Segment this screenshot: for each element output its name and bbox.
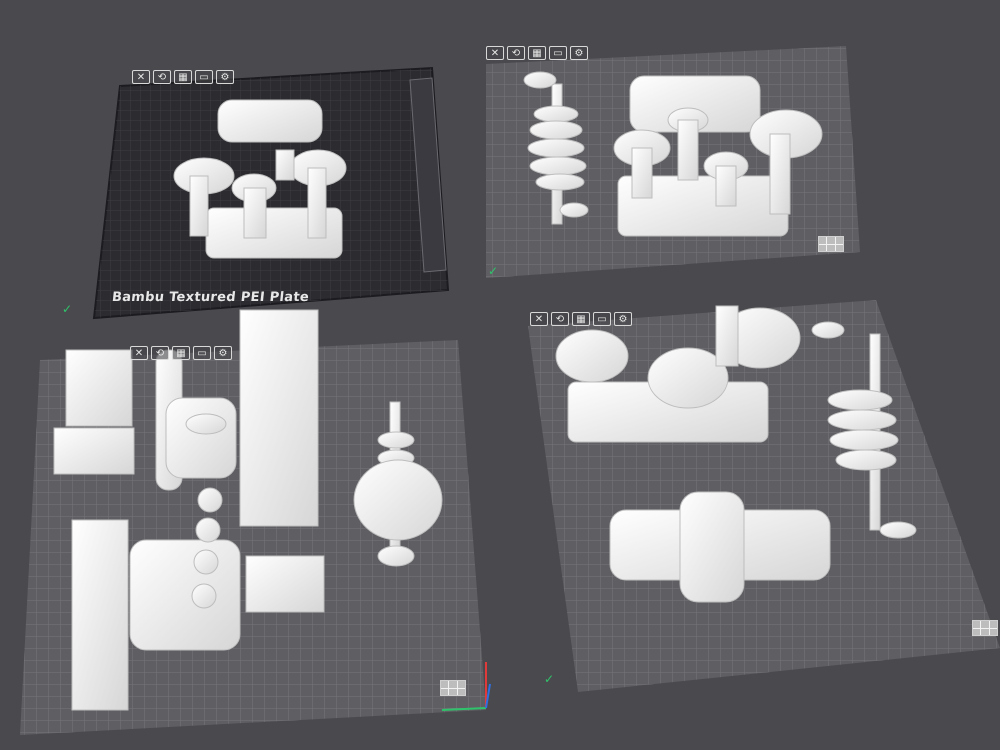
settings-icon[interactable]: ⚙ — [614, 312, 632, 326]
close-icon[interactable]: ✕ — [130, 346, 148, 360]
settings-icon[interactable]: ⚙ — [214, 346, 232, 360]
axis-indicator — [436, 654, 496, 718]
close-icon[interactable]: ✕ — [486, 46, 504, 60]
orient-icon[interactable]: ⟲ — [153, 70, 171, 84]
close-icon[interactable]: ✕ — [132, 70, 150, 84]
orient-icon[interactable]: ⟲ — [151, 346, 169, 360]
arrange-icon[interactable]: ▦ — [174, 70, 192, 84]
toggle-icon[interactable]: ▭ — [193, 346, 211, 360]
plate-1-toolbar: ✕ ⟲ ▦ ▭ ⚙ — [132, 70, 234, 84]
arrange-icon[interactable]: ▦ — [172, 346, 190, 360]
plate-3-toolbar: ✕ ⟲ ▦ ▭ ⚙ — [130, 346, 232, 360]
plate-2-check-icon: ✓ — [488, 264, 499, 278]
3d-viewport[interactable] — [0, 0, 1000, 750]
toggle-icon[interactable]: ▭ — [593, 312, 611, 326]
plate-label: Bambu Textured PEI Plate — [111, 290, 310, 305]
toggle-icon[interactable]: ▭ — [549, 46, 567, 60]
close-icon[interactable]: ✕ — [530, 312, 548, 326]
settings-icon[interactable]: ⚙ — [216, 70, 234, 84]
plate-4-toolbar: ✕ ⟲ ▦ ▭ ⚙ — [530, 312, 632, 326]
arrange-icon[interactable]: ▦ — [528, 46, 546, 60]
arrange-icon[interactable]: ▦ — [572, 312, 590, 326]
orient-icon[interactable]: ⟲ — [551, 312, 569, 326]
toggle-icon[interactable]: ▭ — [195, 70, 213, 84]
orient-icon[interactable]: ⟲ — [507, 46, 525, 60]
settings-icon[interactable]: ⚙ — [570, 46, 588, 60]
plate-4-check-icon: ✓ — [544, 672, 555, 686]
plate-1-check-icon: ✓ — [62, 302, 73, 316]
plate-2-toolbar: ✕ ⟲ ▦ ▭ ⚙ — [486, 46, 588, 60]
plate-4-arrange-icon[interactable] — [972, 620, 998, 636]
plate-2-arrange-icon[interactable] — [818, 236, 844, 252]
